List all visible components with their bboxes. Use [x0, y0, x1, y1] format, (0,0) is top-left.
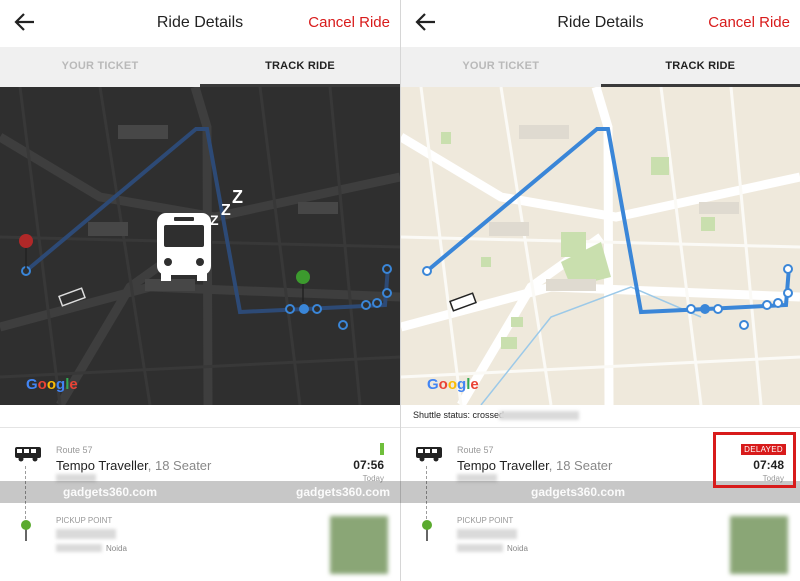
pickup-city: Noida [507, 544, 528, 553]
google-attribution: Google [26, 376, 78, 393]
pickup-pin-icon [21, 520, 31, 541]
cancel-ride-button[interactable]: Cancel Ride [708, 14, 790, 31]
redacted-text [56, 529, 116, 539]
status-strip [0, 405, 400, 427]
seat-count: , 18 Seater [147, 458, 212, 473]
redacted-text [56, 544, 102, 552]
map-view[interactable]: Z Z Z Google [0, 87, 400, 405]
tab-track-ride[interactable]: TRACK RIDE [600, 47, 800, 87]
pickup-label: PICKUP POINT [457, 516, 514, 525]
watermark-text: gadgets360.com [63, 485, 158, 499]
redacted-text [457, 544, 503, 552]
pickup-thumbnail[interactable] [730, 516, 788, 574]
delay-highlight-box [713, 432, 796, 488]
vehicle-type: Tempo Traveller [56, 458, 148, 473]
tab-your-ticket[interactable]: YOUR TICKET [0, 47, 200, 87]
route-label: Route 57 [457, 445, 494, 455]
ride-info-card: Route 57 Tempo Traveller, 18 Seater 07:5… [0, 427, 400, 581]
seat-count: , 18 Seater [548, 458, 613, 473]
sleep-z-medium: Z [221, 202, 231, 219]
shuttle-status: Shuttle status: crossed [413, 410, 505, 420]
tab-track-ride[interactable]: TRACK RIDE [200, 47, 400, 87]
pickup-pin-icon [422, 520, 432, 541]
cancel-ride-button[interactable]: Cancel Ride [308, 14, 390, 31]
pickup-city: Noida [106, 544, 127, 553]
route-label: Route 57 [56, 445, 93, 455]
bus-icon [416, 447, 442, 462]
google-attribution: Google [427, 376, 479, 393]
app-header: Ride Details Cancel Ride [0, 0, 400, 47]
map-view[interactable]: Google [401, 87, 800, 405]
watermark-text: gadgets360.com [296, 485, 391, 499]
sleeping-bus-icon [157, 213, 211, 281]
tab-bar: YOUR TICKET TRACK RIDE [401, 47, 800, 87]
redacted-text [499, 411, 579, 420]
vehicle-type: Tempo Traveller [457, 458, 549, 473]
on-time-indicator [380, 443, 384, 455]
bus-icon [15, 447, 41, 462]
tab-bar: YOUR TICKET TRACK RIDE [0, 47, 400, 87]
sleep-z-large: Z [232, 187, 243, 207]
sleep-z-small: Z [210, 212, 219, 228]
departure-time: 07:56 [353, 458, 384, 472]
pickup-thumbnail[interactable] [330, 516, 388, 574]
app-header: Ride Details Cancel Ride [401, 0, 800, 47]
vehicle-name: Tempo Traveller, 18 Seater [457, 458, 612, 473]
tab-your-ticket[interactable]: YOUR TICKET [401, 47, 601, 87]
status-strip: Shuttle status: crossed [401, 405, 800, 427]
watermark-text: gadgets360.com [531, 485, 626, 499]
redacted-text [457, 529, 517, 539]
vehicle-name: Tempo Traveller, 18 Seater [56, 458, 211, 473]
pickup-label: PICKUP POINT [56, 516, 113, 525]
